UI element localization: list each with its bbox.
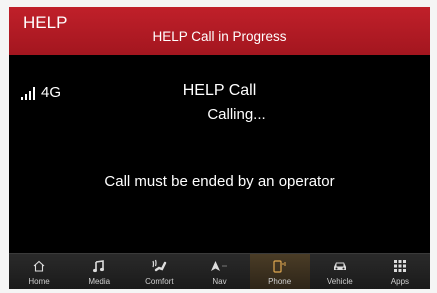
nav-label-home: Home <box>28 277 50 286</box>
home-icon <box>33 257 45 275</box>
navigation-arrow-icon <box>210 257 228 275</box>
nav-label-phone: Phone <box>268 277 292 286</box>
bottom-nav-bar: Home Media Comfort Nav Phone Vehicle App… <box>9 253 430 289</box>
nav-item-vehicle[interactable]: Vehicle <box>310 254 370 289</box>
nav-item-comfort[interactable]: Comfort <box>129 254 189 289</box>
music-note-icon <box>93 257 105 275</box>
nav-label-nav: Nav <box>212 277 227 286</box>
nav-item-nav[interactable]: Nav <box>189 254 249 289</box>
comfort-icon <box>151 257 167 275</box>
nav-item-apps[interactable]: Apps <box>370 254 430 289</box>
phone-icon <box>273 257 287 275</box>
nav-item-media[interactable]: Media <box>69 254 129 289</box>
header-call-status: HELP Call in Progress <box>152 29 287 44</box>
apps-grid-icon <box>393 257 406 275</box>
call-title: HELP Call <box>182 82 257 99</box>
nav-label-media: Media <box>88 277 111 286</box>
car-icon <box>332 257 348 275</box>
nav-item-home[interactable]: Home <box>9 254 69 289</box>
nav-label-apps: Apps <box>390 277 410 286</box>
nav-item-phone[interactable]: Phone <box>249 254 310 289</box>
call-status: Calling... <box>207 106 266 123</box>
call-message: Call must be ended by an operator <box>104 173 335 190</box>
help-header: HELP HELP Call in Progress <box>9 7 430 55</box>
nav-label-comfort: Comfort <box>145 277 174 286</box>
infotainment-screen: HELP HELP Call in Progress 4G HELP Call … <box>9 7 430 289</box>
nav-label-vehicle: Vehicle <box>326 277 353 286</box>
